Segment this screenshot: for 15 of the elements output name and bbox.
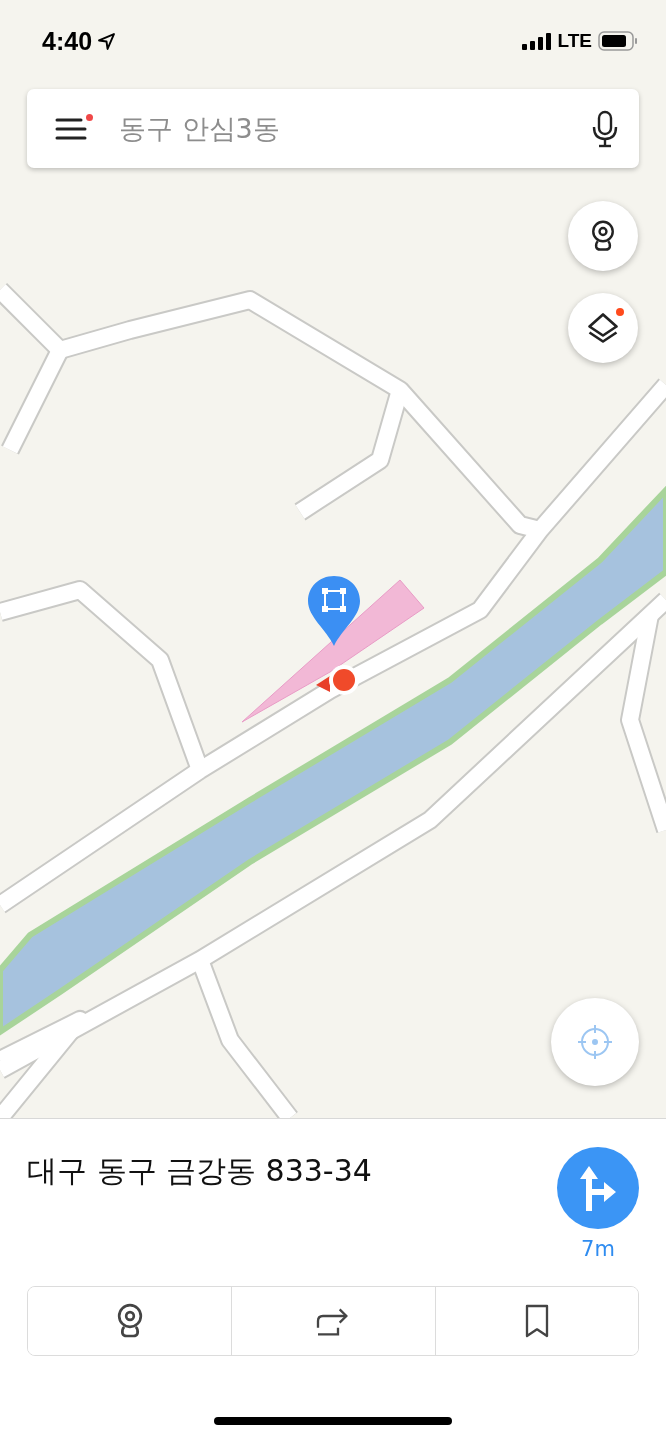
microphone-icon <box>591 109 619 148</box>
search-bar[interactable]: 동구 안심3동 <box>27 89 639 168</box>
network-label: LTE <box>557 30 592 52</box>
distance-label: 7m <box>581 1237 615 1261</box>
search-field[interactable]: 동구 안심3동 <box>119 113 565 144</box>
microphone-button[interactable] <box>591 109 619 148</box>
crosshair-icon <box>577 1024 613 1060</box>
map-pin-icon <box>306 574 362 648</box>
address-text: 대구 동구 금강동 833-34 <box>27 1152 372 1190</box>
signal-icon <box>521 32 552 50</box>
turn-right-arrow-icon <box>578 1165 618 1211</box>
layers-icon <box>585 310 621 346</box>
clock-time: 4:40 <box>42 26 93 56</box>
location-arrow-icon <box>98 32 116 50</box>
battery-icon <box>598 31 638 51</box>
